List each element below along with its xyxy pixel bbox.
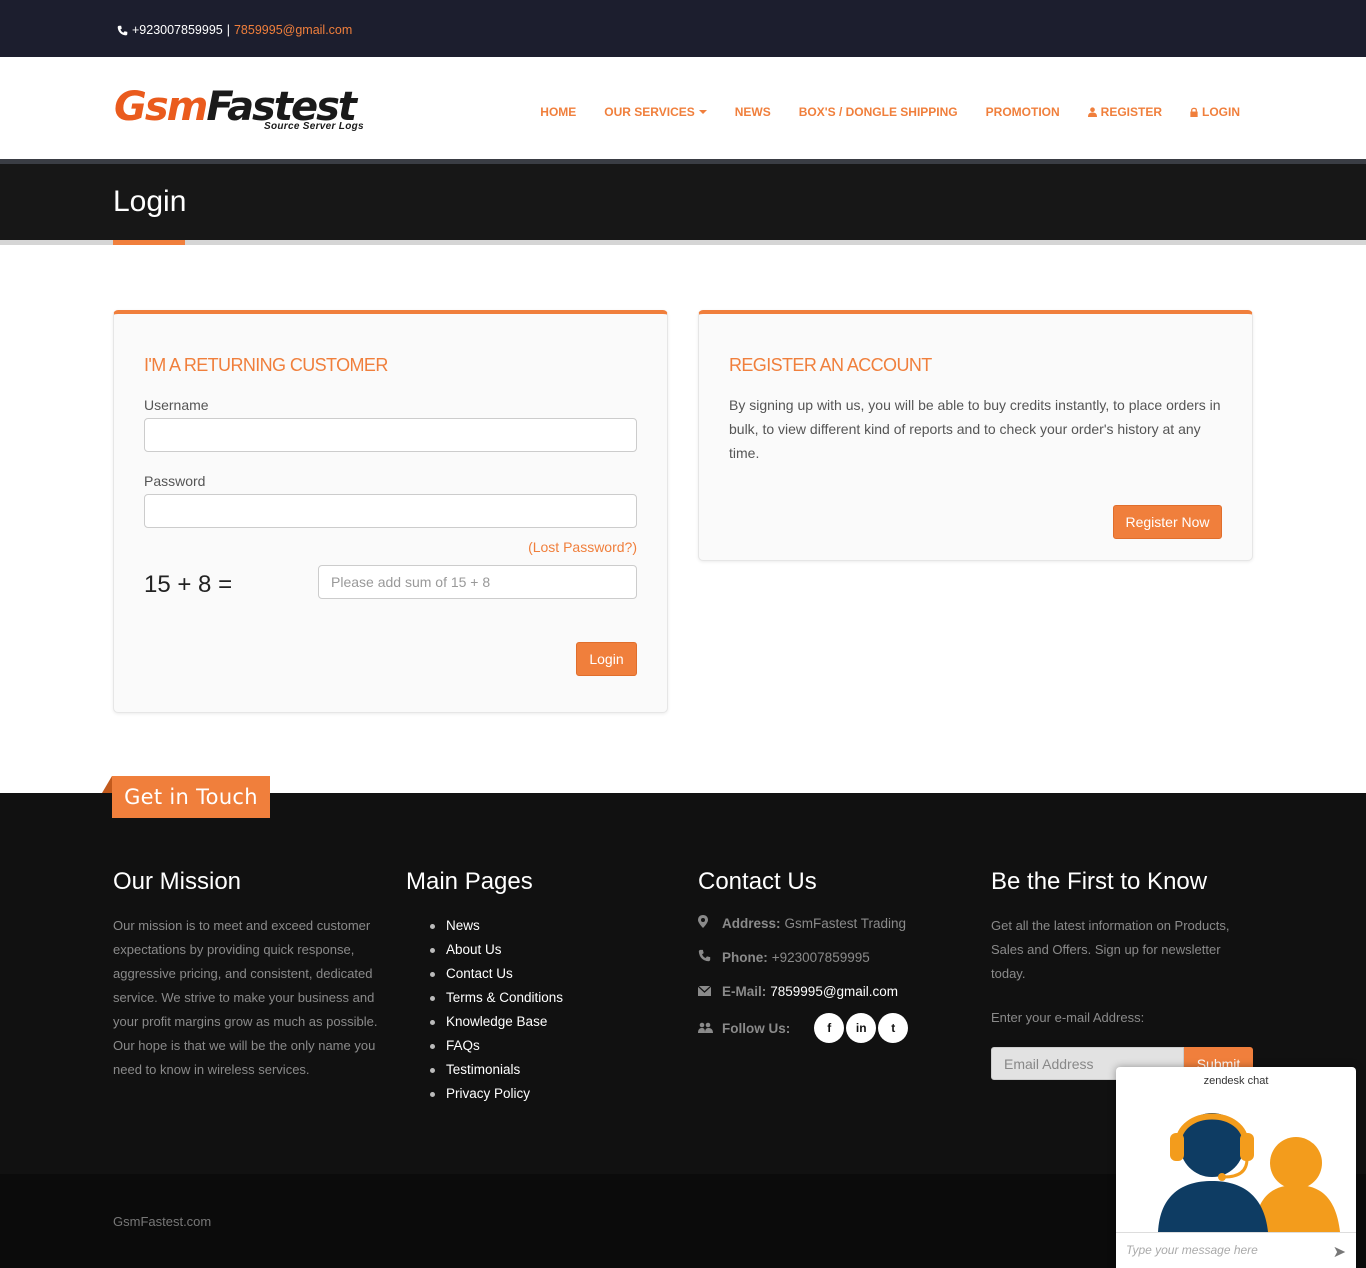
register-description: By signing up with us, you will be able … — [729, 397, 1221, 461]
login-heading: I'M A RETURNING CUSTOMER — [144, 355, 388, 375]
newsletter-text: Get all the latest information on Produc… — [991, 918, 1230, 981]
user-icon — [1087, 107, 1097, 117]
nav-promotion[interactable]: PROMOTION — [986, 105, 1060, 119]
twitter-icon[interactable]: t — [878, 1013, 909, 1043]
password-label: Password — [144, 473, 206, 489]
facebook-icon[interactable]: f — [814, 1013, 845, 1043]
page-title: Login — [113, 185, 187, 218]
register-now-button[interactable]: Register Now — [1113, 505, 1222, 539]
nav-shipping[interactable]: BOX'S / DONGLE SHIPPING — [799, 105, 958, 119]
phone-volume-icon — [698, 949, 722, 965]
map-marker-icon — [698, 915, 722, 931]
footer-contact: Contact Us Address: GsmFastest Trading P… — [697, 868, 909, 1048]
social-links: f in t — [814, 1013, 909, 1043]
footer-link-terms[interactable]: Terms & Conditions — [430, 986, 563, 1010]
login-button[interactable]: Login — [576, 642, 637, 676]
nav-services-label: OUR SERVICES — [604, 105, 695, 119]
contact-address: Address: GsmFastest Trading — [698, 906, 908, 940]
nav-register[interactable]: REGISTER — [1087, 105, 1162, 119]
footer-newsletter: Be the First to Know Get all the latest … — [991, 868, 1253, 1080]
email-link[interactable]: 7859995@gmail.com — [770, 984, 898, 999]
phone-icon — [117, 25, 128, 35]
chat-input-bar: ➤ — [1116, 1232, 1356, 1268]
footer-link-news[interactable]: News — [430, 914, 563, 938]
lost-password-link[interactable]: (Lost Password?) — [528, 539, 637, 555]
chat-agents-icon — [1158, 1113, 1340, 1232]
footer-link-testimonials[interactable]: Testimonials — [430, 1058, 563, 1082]
top-bar: +923007859995 | 7859995@gmail.com — [0, 0, 1366, 57]
register-panel: REGISTER AN ACCOUNT By signing up with u… — [698, 310, 1253, 561]
main-nav: HOME OUR SERVICES NEWS BOX'S / DONGLE SH… — [540, 105, 1240, 119]
mission-title: Our Mission — [113, 868, 242, 895]
logo-gsm: Gsm — [114, 84, 208, 130]
nav-home-label: HOME — [540, 105, 577, 119]
nav-home[interactable]: HOME — [540, 105, 576, 119]
newsletter-title: Be the First to Know — [991, 868, 1208, 895]
nav-register-label: REGISTER — [1100, 105, 1162, 119]
contact-title: Contact Us — [698, 868, 817, 895]
send-icon[interactable]: ➤ — [1333, 1242, 1346, 1262]
users-icon — [698, 1021, 722, 1036]
logo-tagline: Source Server Logs — [264, 121, 364, 132]
nav-login[interactable]: LOGIN — [1190, 105, 1240, 119]
footer-mission: Our Mission Our mission is to meet and e… — [113, 868, 378, 1082]
chat-title: zendesk chat — [1203, 1075, 1269, 1087]
login-panel: I'M A RETURNING CUSTOMER Username Passwo… — [113, 310, 668, 713]
footer-link-privacy[interactable]: Privacy Policy — [430, 1082, 563, 1106]
contact-phone: Phone: +923007859995 — [698, 940, 908, 974]
lock-icon — [1190, 107, 1198, 117]
phone-label: Phone: — [722, 949, 768, 965]
nav-news-label: NEWS — [734, 105, 771, 119]
copyright: GsmFastest.com — [113, 1214, 212, 1229]
footer-link-faqs[interactable]: FAQs — [430, 1034, 563, 1058]
follow-label: Follow Us: — [722, 1020, 791, 1036]
nav-news[interactable]: NEWS — [735, 105, 771, 119]
footer-pages: Main Pages News About Us Contact Us Term… — [406, 868, 563, 1106]
phone-value: +923007859995 — [771, 949, 870, 965]
top-contact: +923007859995 | 7859995@gmail.com — [117, 23, 352, 37]
username-input[interactable] — [144, 418, 637, 452]
site-header: GsmFastest Source Server Logs HOME OUR S… — [0, 57, 1366, 159]
linkedin-icon[interactable]: in — [846, 1013, 877, 1043]
title-accent — [113, 240, 185, 245]
captcha-question: 15 + 8 = — [144, 571, 233, 598]
chevron-down-icon — [698, 110, 707, 114]
contact-follow: Follow Us: f in t — [698, 1008, 909, 1048]
address-value: GsmFastest Trading — [784, 915, 907, 931]
captcha-input[interactable] — [318, 565, 637, 599]
envelope-icon — [697, 984, 722, 999]
email-label: E-Mail: — [722, 983, 767, 999]
password-input[interactable] — [144, 494, 637, 528]
contact-email: E-Mail: 7859995@gmail.com — [697, 974, 908, 1008]
badge-fold — [102, 776, 112, 793]
pages-list: News About Us Contact Us Terms & Conditi… — [430, 914, 563, 1106]
top-separator: | — [226, 23, 230, 37]
chat-message-input[interactable] — [1116, 1233, 1316, 1267]
chat-widget[interactable]: zendesk chat ➤ — [1116, 1067, 1356, 1268]
pages-title: Main Pages — [406, 868, 533, 895]
address-label: Address: — [722, 915, 781, 931]
mission-text: Our mission is to meet and exceed custom… — [113, 918, 378, 1077]
top-email-link[interactable]: 7859995@gmail.com — [234, 23, 352, 37]
top-phone: +923007859995 — [132, 23, 223, 37]
footer-link-about[interactable]: About Us — [430, 938, 563, 962]
username-label: Username — [144, 397, 209, 413]
nav-promotion-label: PROMOTION — [985, 105, 1060, 119]
nav-services[interactable]: OUR SERVICES — [604, 105, 707, 119]
nav-login-label: LOGIN — [1202, 105, 1240, 119]
get-in-touch-badge: Get in Touch — [112, 776, 270, 818]
footer-link-contact[interactable]: Contact Us — [430, 962, 563, 986]
page-title-bar: Login — [0, 159, 1366, 245]
newsletter-enter-label: Enter your e-mail Address: — [991, 1010, 1145, 1025]
register-heading: REGISTER AN ACCOUNT — [729, 355, 932, 375]
site-logo[interactable]: GsmFastest Source Server Logs — [114, 85, 386, 135]
nav-shipping-label: BOX'S / DONGLE SHIPPING — [798, 105, 958, 119]
footer-link-knowledge[interactable]: Knowledge Base — [430, 1010, 563, 1034]
